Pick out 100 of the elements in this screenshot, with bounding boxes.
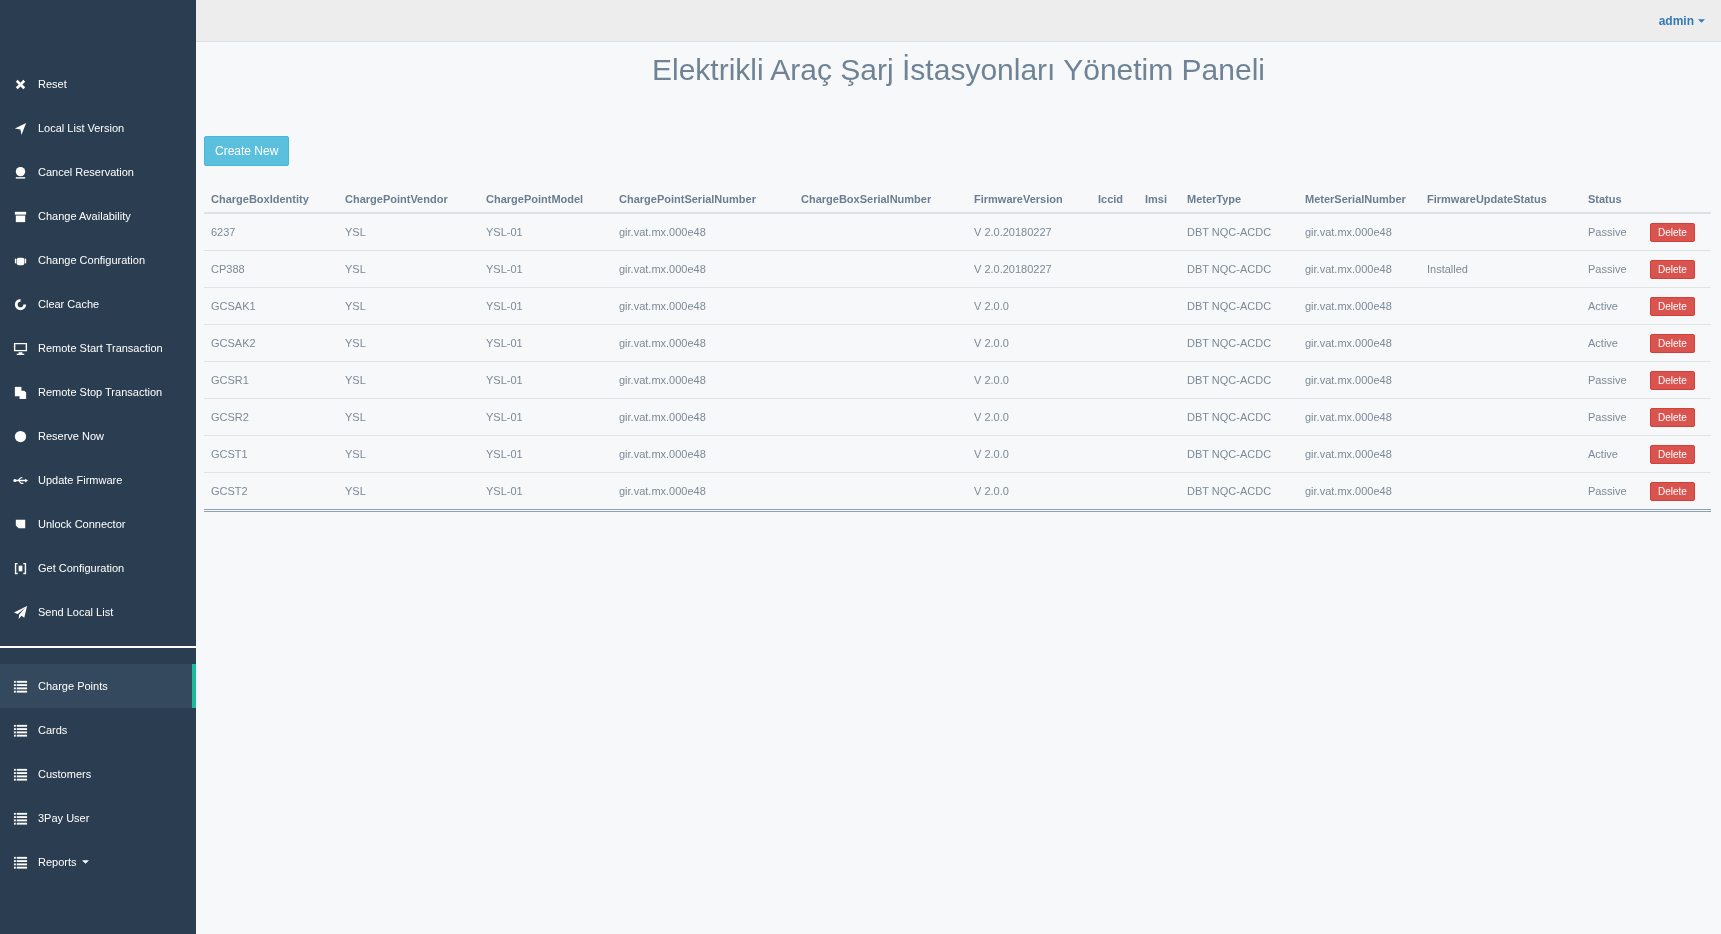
table-cell: DBT NQC-ACDC [1187, 448, 1272, 460]
column-header: ChargeBoxSerialNumber [801, 193, 932, 205]
table-cell: gir.vat.mx.000e48 [619, 448, 706, 460]
table-cell: gir.vat.mx.000e48 [1305, 374, 1392, 386]
table-cell: gir.vat.mx.000e48 [619, 226, 706, 238]
table-cell: V 2.0.0 [974, 300, 1009, 312]
table-cell: DBT NQC-ACDC [1187, 485, 1272, 497]
table-cell: YSL-01 [486, 337, 523, 349]
sidebar-item[interactable]: Update Firmware [0, 458, 196, 502]
table-cell: V 2.0.20180227 [974, 226, 1052, 238]
page-title: Elektrikli Araç Şarj İstasyonları Yönetim Paneli [650, 52, 1266, 88]
table-cell: YSL [345, 411, 366, 423]
delete-button[interactable]: Delete [1650, 407, 1695, 427]
sidebar-item[interactable]: Get Configuration [0, 546, 196, 590]
table-cell: V 2.0.0 [974, 485, 1009, 497]
column-header: ChargeBoxIdentity [211, 193, 309, 205]
column-header: ChargePointSerialNumber [619, 193, 756, 205]
table-cell: YSL-01 [486, 300, 523, 312]
table-cell: Active [1588, 300, 1618, 312]
table-cell: YSL-01 [486, 411, 523, 423]
navigation-arrow-icon [13, 120, 28, 136]
table-cell: YSL [345, 374, 366, 386]
table-cell: DBT NQC-ACDC [1187, 411, 1272, 423]
table-cell: Active [1588, 337, 1618, 349]
table-cell: gir.vat.mx.000e48 [1305, 448, 1392, 460]
table-cell: DBT NQC-ACDC [1187, 226, 1272, 238]
table-cell: GCSR1 [211, 374, 249, 386]
table-cell: gir.vat.mx.000e48 [619, 485, 706, 497]
sidebar-item[interactable]: Change Configuration [0, 238, 196, 282]
sidebar-item[interactable]: Send Local List [0, 590, 196, 634]
sidebar-item[interactable]: Change Availability [0, 194, 196, 238]
list-icon [13, 854, 28, 870]
column-header: Iccid [1098, 193, 1124, 205]
table-cell: DBT NQC-ACDC [1187, 300, 1272, 312]
table-cell: YSL [345, 226, 366, 238]
sidebar-nav-item[interactable]: Customers [0, 752, 196, 796]
column-header: ChargePointModel [486, 193, 584, 205]
sidebar-item[interactable]: Remote Stop Transaction [0, 370, 196, 414]
table-cell: Passive [1588, 263, 1627, 275]
column-header: MeterSerialNumber [1305, 193, 1406, 205]
paper-plane-icon [13, 604, 28, 620]
table-cell: 6237 [211, 226, 236, 238]
refresh-icon [13, 296, 28, 312]
table-cell: GCSR2 [211, 411, 249, 423]
table-cell: YSL-01 [486, 374, 523, 386]
table-cell: GCST2 [211, 485, 248, 497]
column-header: Status [1588, 193, 1622, 205]
column-header: MeterType [1187, 193, 1242, 205]
bracket-icon [13, 560, 28, 576]
delete-button[interactable]: Delete [1650, 370, 1695, 390]
table-cell: gir.vat.mx.000e48 [1305, 485, 1392, 497]
sidebar-item[interactable]: Local List Version [0, 106, 196, 150]
sidebar-item[interactable]: Unlock Connector [0, 502, 196, 546]
table-cell: YSL [345, 300, 366, 312]
delete-button[interactable]: Delete [1650, 444, 1695, 464]
table-cell: V 2.0.0 [974, 411, 1009, 423]
table-cell: gir.vat.mx.000e48 [1305, 300, 1392, 312]
sidebar-nav-item[interactable]: Charge Points [0, 664, 196, 708]
table-cell: V 2.0.0 [974, 374, 1009, 386]
table-cell: YSL-01 [486, 485, 523, 497]
sidebar-item[interactable]: Remote Start Transaction [0, 326, 196, 370]
delete-button[interactable]: Delete [1650, 259, 1695, 279]
table-cell: gir.vat.mx.000e48 [1305, 226, 1392, 238]
monitor-icon [13, 340, 28, 356]
sidebar-item[interactable]: Cancel Reservation [0, 150, 196, 194]
table-cell: CP388 [211, 263, 245, 275]
table-cell: V 2.0.20180227 [974, 263, 1052, 275]
column-header: ChargePointVendor [345, 193, 448, 205]
table-cell: YSL [345, 448, 366, 460]
table-cell: gir.vat.mx.000e48 [619, 374, 706, 386]
sidebar-item[interactable]: Reset [0, 62, 196, 106]
table-cell: gir.vat.mx.000e48 [619, 263, 706, 275]
table-cell: Passive [1588, 374, 1627, 386]
delete-button[interactable]: Delete [1650, 333, 1695, 353]
sidebar-item[interactable]: Reserve Now [0, 414, 196, 458]
delete-button[interactable]: Delete [1650, 481, 1695, 501]
table-cell: gir.vat.mx.000e48 [1305, 263, 1392, 275]
delete-button[interactable]: Delete [1650, 222, 1695, 242]
caret-icon [1698, 18, 1705, 23]
sidebar-nav-item[interactable]: Reports [0, 840, 196, 884]
table-cell: DBT NQC-ACDC [1187, 263, 1272, 275]
column-header: FirmwareUpdateStatus [1427, 193, 1547, 205]
table-cell: Passive [1588, 411, 1627, 423]
table-cell: gir.vat.mx.000e48 [619, 411, 706, 423]
table-cell: Passive [1588, 226, 1627, 238]
table-cell: YSL [345, 263, 366, 275]
user-menu[interactable]: admin [1658, 13, 1705, 28]
table-cell: YSL-01 [486, 226, 523, 238]
table-cell: gir.vat.mx.000e48 [1305, 411, 1392, 423]
sidebar-nav-item[interactable]: 3Pay User [0, 796, 196, 840]
table-cell: YSL [345, 337, 366, 349]
table-cell: YSL-01 [486, 263, 523, 275]
list-icon [13, 722, 28, 738]
sidebar-nav-item[interactable]: Cards [0, 708, 196, 752]
table-cell: DBT NQC-ACDC [1187, 374, 1272, 386]
delete-button[interactable]: Delete [1650, 296, 1695, 316]
documents-icon [13, 384, 28, 400]
table-cell: Active [1588, 448, 1618, 460]
sidebar-item[interactable]: Clear Cache [0, 282, 196, 326]
list-icon [13, 766, 28, 782]
